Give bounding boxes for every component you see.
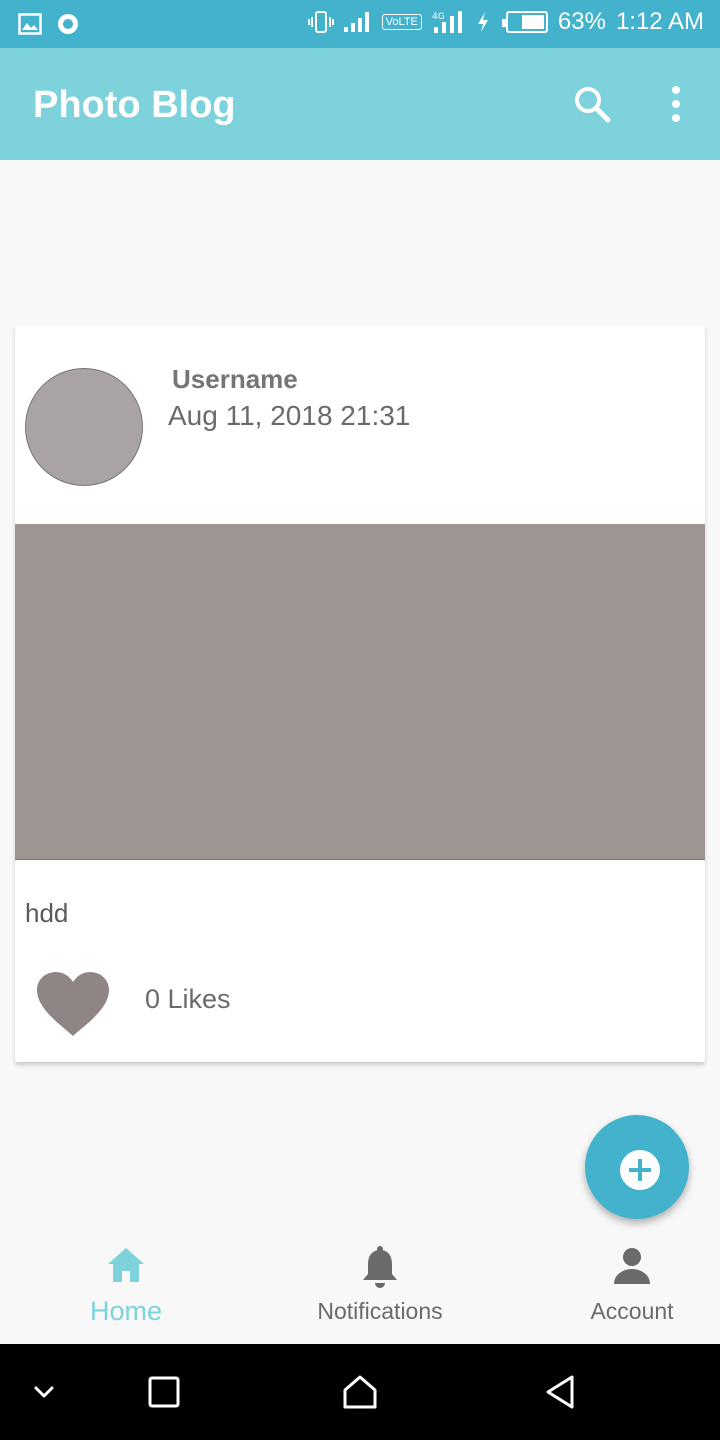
post-username[interactable]: Username bbox=[172, 364, 298, 395]
post-card[interactable]: Username Aug 11, 2018 21:31 hdd 0 Likes bbox=[15, 326, 705, 1062]
status-bar: VoLTE 4G 63% 1:12 AM bbox=[0, 0, 720, 48]
svg-text:4G: 4G bbox=[432, 12, 445, 22]
nav-item-home[interactable]: Home bbox=[66, 1232, 186, 1344]
home-outline-icon[interactable] bbox=[340, 1372, 380, 1412]
home-icon bbox=[108, 1248, 144, 1282]
system-navigation-bar bbox=[0, 1344, 720, 1440]
chevron-down-icon[interactable] bbox=[24, 1372, 64, 1412]
heart-icon bbox=[37, 972, 109, 1036]
avatar[interactable] bbox=[25, 368, 143, 486]
like-button[interactable] bbox=[35, 970, 111, 1040]
nav-notifications-label: Notifications bbox=[317, 1298, 443, 1324]
app-bar: Photo Blog bbox=[0, 48, 720, 160]
back-icon[interactable] bbox=[540, 1372, 580, 1412]
add-post-fab[interactable] bbox=[585, 1115, 689, 1219]
search-button[interactable] bbox=[568, 80, 616, 128]
person-icon bbox=[614, 1248, 650, 1284]
bottom-navigation: Home Notifications Account bbox=[0, 1232, 720, 1344]
gallery-notification-icon bbox=[18, 13, 42, 35]
nav-home-label: Home bbox=[89, 1296, 163, 1326]
notification-icons bbox=[18, 12, 80, 36]
sync-notification-icon bbox=[58, 14, 78, 34]
volte-icon: VoLTE bbox=[381, 14, 422, 30]
post-date: Aug 11, 2018 21:31 bbox=[168, 400, 411, 431]
add-icon bbox=[620, 1150, 660, 1190]
battery-percent: 63% bbox=[557, 8, 606, 35]
charging-icon bbox=[477, 12, 488, 32]
recents-icon[interactable] bbox=[144, 1372, 184, 1412]
like-count: 0 Likes bbox=[145, 984, 231, 1014]
post-description: hdd bbox=[25, 898, 69, 928]
more-vert-icon bbox=[672, 86, 680, 122]
vibrate-icon bbox=[307, 11, 334, 33]
battery-fill bbox=[522, 15, 544, 29]
overflow-menu-button[interactable] bbox=[656, 80, 696, 128]
post-image[interactable] bbox=[15, 524, 705, 860]
nav-item-account[interactable]: Account bbox=[570, 1232, 694, 1344]
system-status-icons: VoLTE 4G 63% 1:12 AM bbox=[307, 8, 704, 36]
status-time: 1:12 AM bbox=[615, 8, 704, 35]
nav-item-notifications[interactable]: Notifications bbox=[296, 1232, 464, 1344]
bell-icon bbox=[363, 1246, 397, 1288]
4g-signal-icon: 4G bbox=[432, 11, 462, 33]
nav-account-label: Account bbox=[590, 1298, 674, 1324]
app-title: Photo Blog bbox=[33, 84, 236, 126]
signal-icon bbox=[343, 12, 369, 32]
battery-icon bbox=[501, 11, 548, 33]
search-icon bbox=[575, 87, 611, 123]
